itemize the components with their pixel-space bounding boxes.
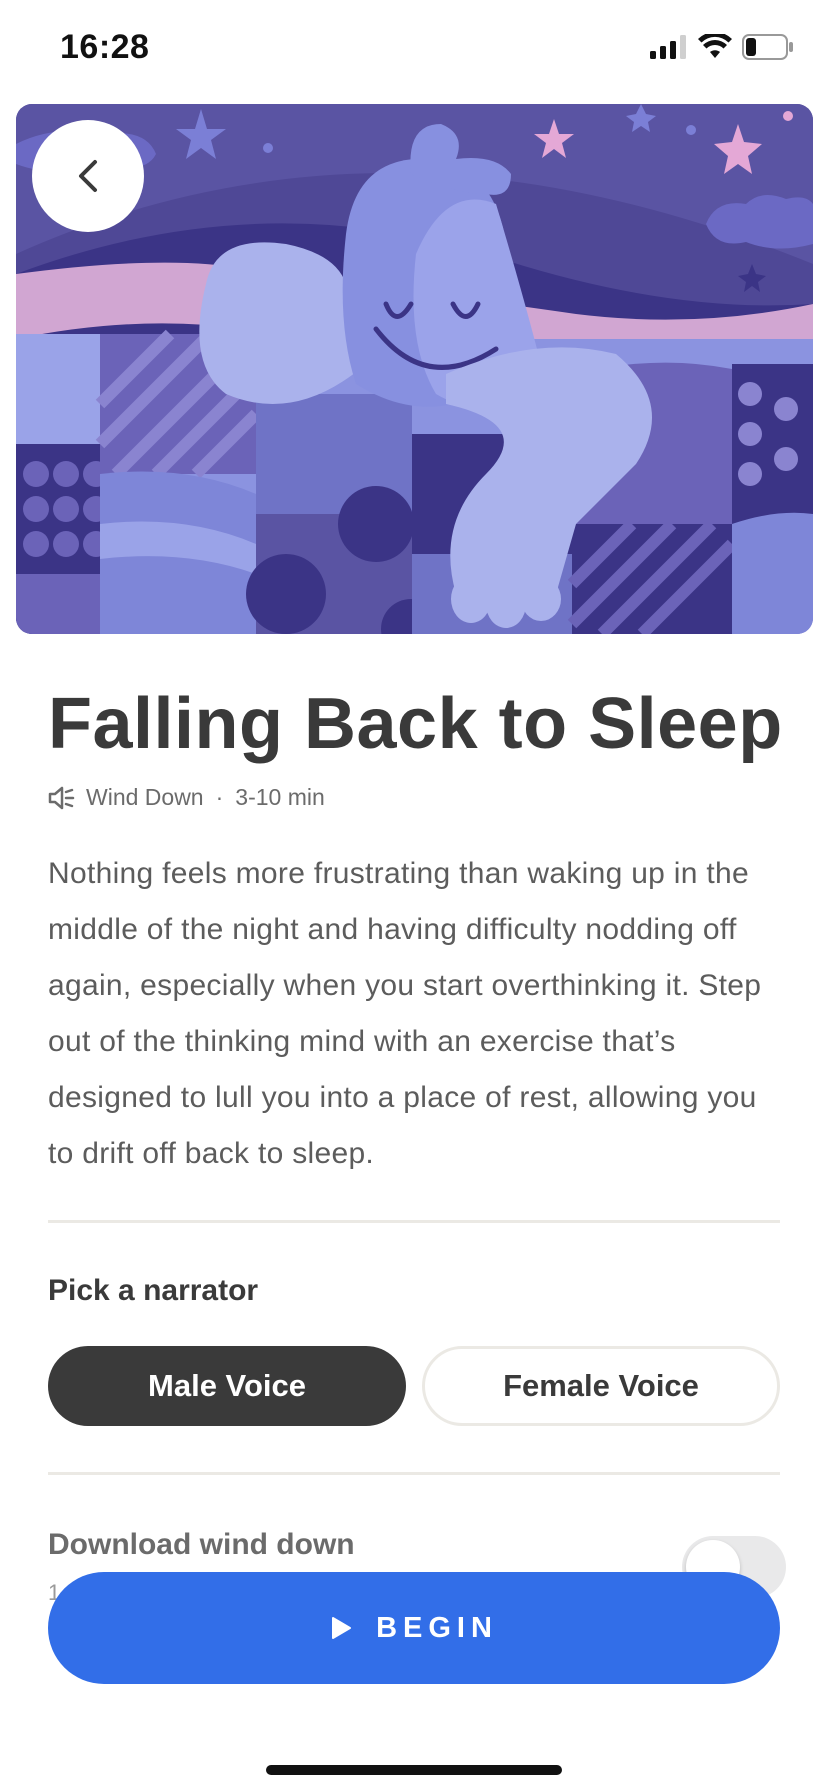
cellular-signal-icon	[650, 35, 686, 59]
divider	[48, 1472, 780, 1475]
chevron-left-icon	[79, 160, 97, 192]
meta-separator: ·	[215, 784, 224, 810]
narrator-heading: Pick a narrator	[48, 1274, 259, 1307]
speaker-icon	[48, 786, 75, 809]
play-icon	[332, 1617, 352, 1639]
home-indicator	[266, 1765, 562, 1775]
session-meta: Wind Down · 3-10 min	[48, 784, 325, 811]
male-voice-button[interactable]: Male Voice	[48, 1346, 406, 1426]
wifi-icon	[698, 34, 732, 58]
session-duration: 3-10 min	[235, 784, 325, 810]
status-time: 16:28	[60, 28, 150, 66]
begin-label: BEGIN	[376, 1611, 498, 1644]
back-button[interactable]	[32, 120, 144, 232]
status-icons	[650, 34, 794, 60]
battery-icon	[742, 34, 793, 60]
session-category: Wind Down	[86, 784, 204, 810]
download-label: Download wind down	[48, 1528, 355, 1561]
begin-button[interactable]: BEGIN	[48, 1572, 780, 1684]
session-detail-screen: 16:28 Falling Back to Sleep Wind Down · …	[0, 0, 828, 1792]
session-title: Falling Back to Sleep	[48, 684, 783, 764]
session-description: Nothing feels more frustrating than waki…	[48, 857, 762, 1170]
status-bar: 16:28	[0, 0, 828, 100]
female-voice-button[interactable]: Female Voice	[422, 1346, 780, 1426]
divider	[48, 1220, 780, 1223]
